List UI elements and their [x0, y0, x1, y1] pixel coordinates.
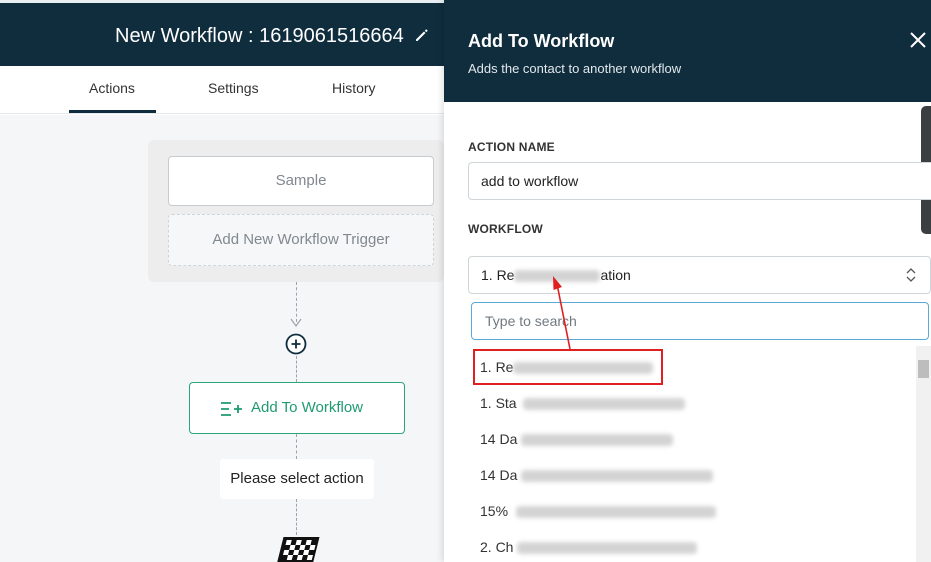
tab-history[interactable]: History: [332, 80, 376, 96]
panel-header: Add To Workflow Adds the contact to anot…: [444, 0, 931, 102]
trigger-sample[interactable]: Sample: [168, 156, 434, 206]
action-name-field[interactable]: add to workflow: [468, 162, 931, 200]
workflow-title: New Workflow : 1619061516664: [115, 25, 404, 47]
workflow-search-input[interactable]: Type to search: [471, 302, 929, 340]
redacted-text: [521, 434, 674, 447]
workflow-selected-suffix: ation: [600, 267, 631, 283]
chevron-updown-icon: [906, 268, 916, 282]
node-label: Add To Workflow: [251, 399, 363, 416]
workflow-option[interactable]: 2. Ch: [480, 539, 698, 555]
workflow-select[interactable]: 1. Re ation: [468, 256, 931, 294]
workflow-selected-prefix: 1. Re: [481, 267, 515, 283]
add-trigger-button[interactable]: Add New Workflow Trigger: [168, 214, 434, 266]
builder-tabs: Actions Settings History: [0, 66, 444, 114]
list-add-icon: [221, 402, 242, 416]
redacted-text: [522, 398, 685, 411]
options-scrollbar[interactable]: [916, 346, 931, 562]
active-tab-indicator: [69, 110, 156, 113]
workflow-header: New Workflow : 1619061516664: [0, 0, 444, 66]
select-action-node[interactable]: Please select action: [220, 459, 374, 499]
panel-subtitle: Adds the contact to another workflow: [468, 61, 682, 76]
finish-flag-icon: [277, 537, 320, 562]
redacted-text: [517, 542, 698, 555]
workflow-option[interactable]: 15%: [480, 503, 717, 519]
panel-title: Add To Workflow: [468, 31, 615, 51]
workflow-option[interactable]: 14 Da: [480, 431, 674, 447]
connector-line: [296, 499, 297, 535]
connector-line: [296, 282, 297, 322]
close-icon[interactable]: [910, 32, 926, 48]
tab-actions[interactable]: Actions: [89, 80, 135, 96]
pencil-icon[interactable]: [414, 27, 430, 43]
redacted-text: [521, 470, 714, 483]
connector-line: [296, 356, 297, 382]
action-name-label: ACTION NAME: [468, 140, 555, 154]
workflow-option[interactable]: 1. Sta: [480, 395, 685, 411]
workflow-option[interactable]: 14 Da: [480, 467, 714, 483]
connector-arrow-icon: [290, 318, 302, 328]
add-to-workflow-node[interactable]: Add To Workflow: [189, 382, 405, 434]
redacted-text: [516, 506, 717, 519]
workflow-label: WORKFLOW: [468, 222, 543, 236]
add-step-plus-icon[interactable]: [285, 333, 307, 355]
options-scrollbar-thumb[interactable]: [918, 360, 929, 378]
annotation-highlight-box: [473, 349, 663, 385]
connector-line: [296, 434, 297, 459]
tab-settings[interactable]: Settings: [208, 80, 259, 96]
redacted-text: [514, 270, 601, 283]
